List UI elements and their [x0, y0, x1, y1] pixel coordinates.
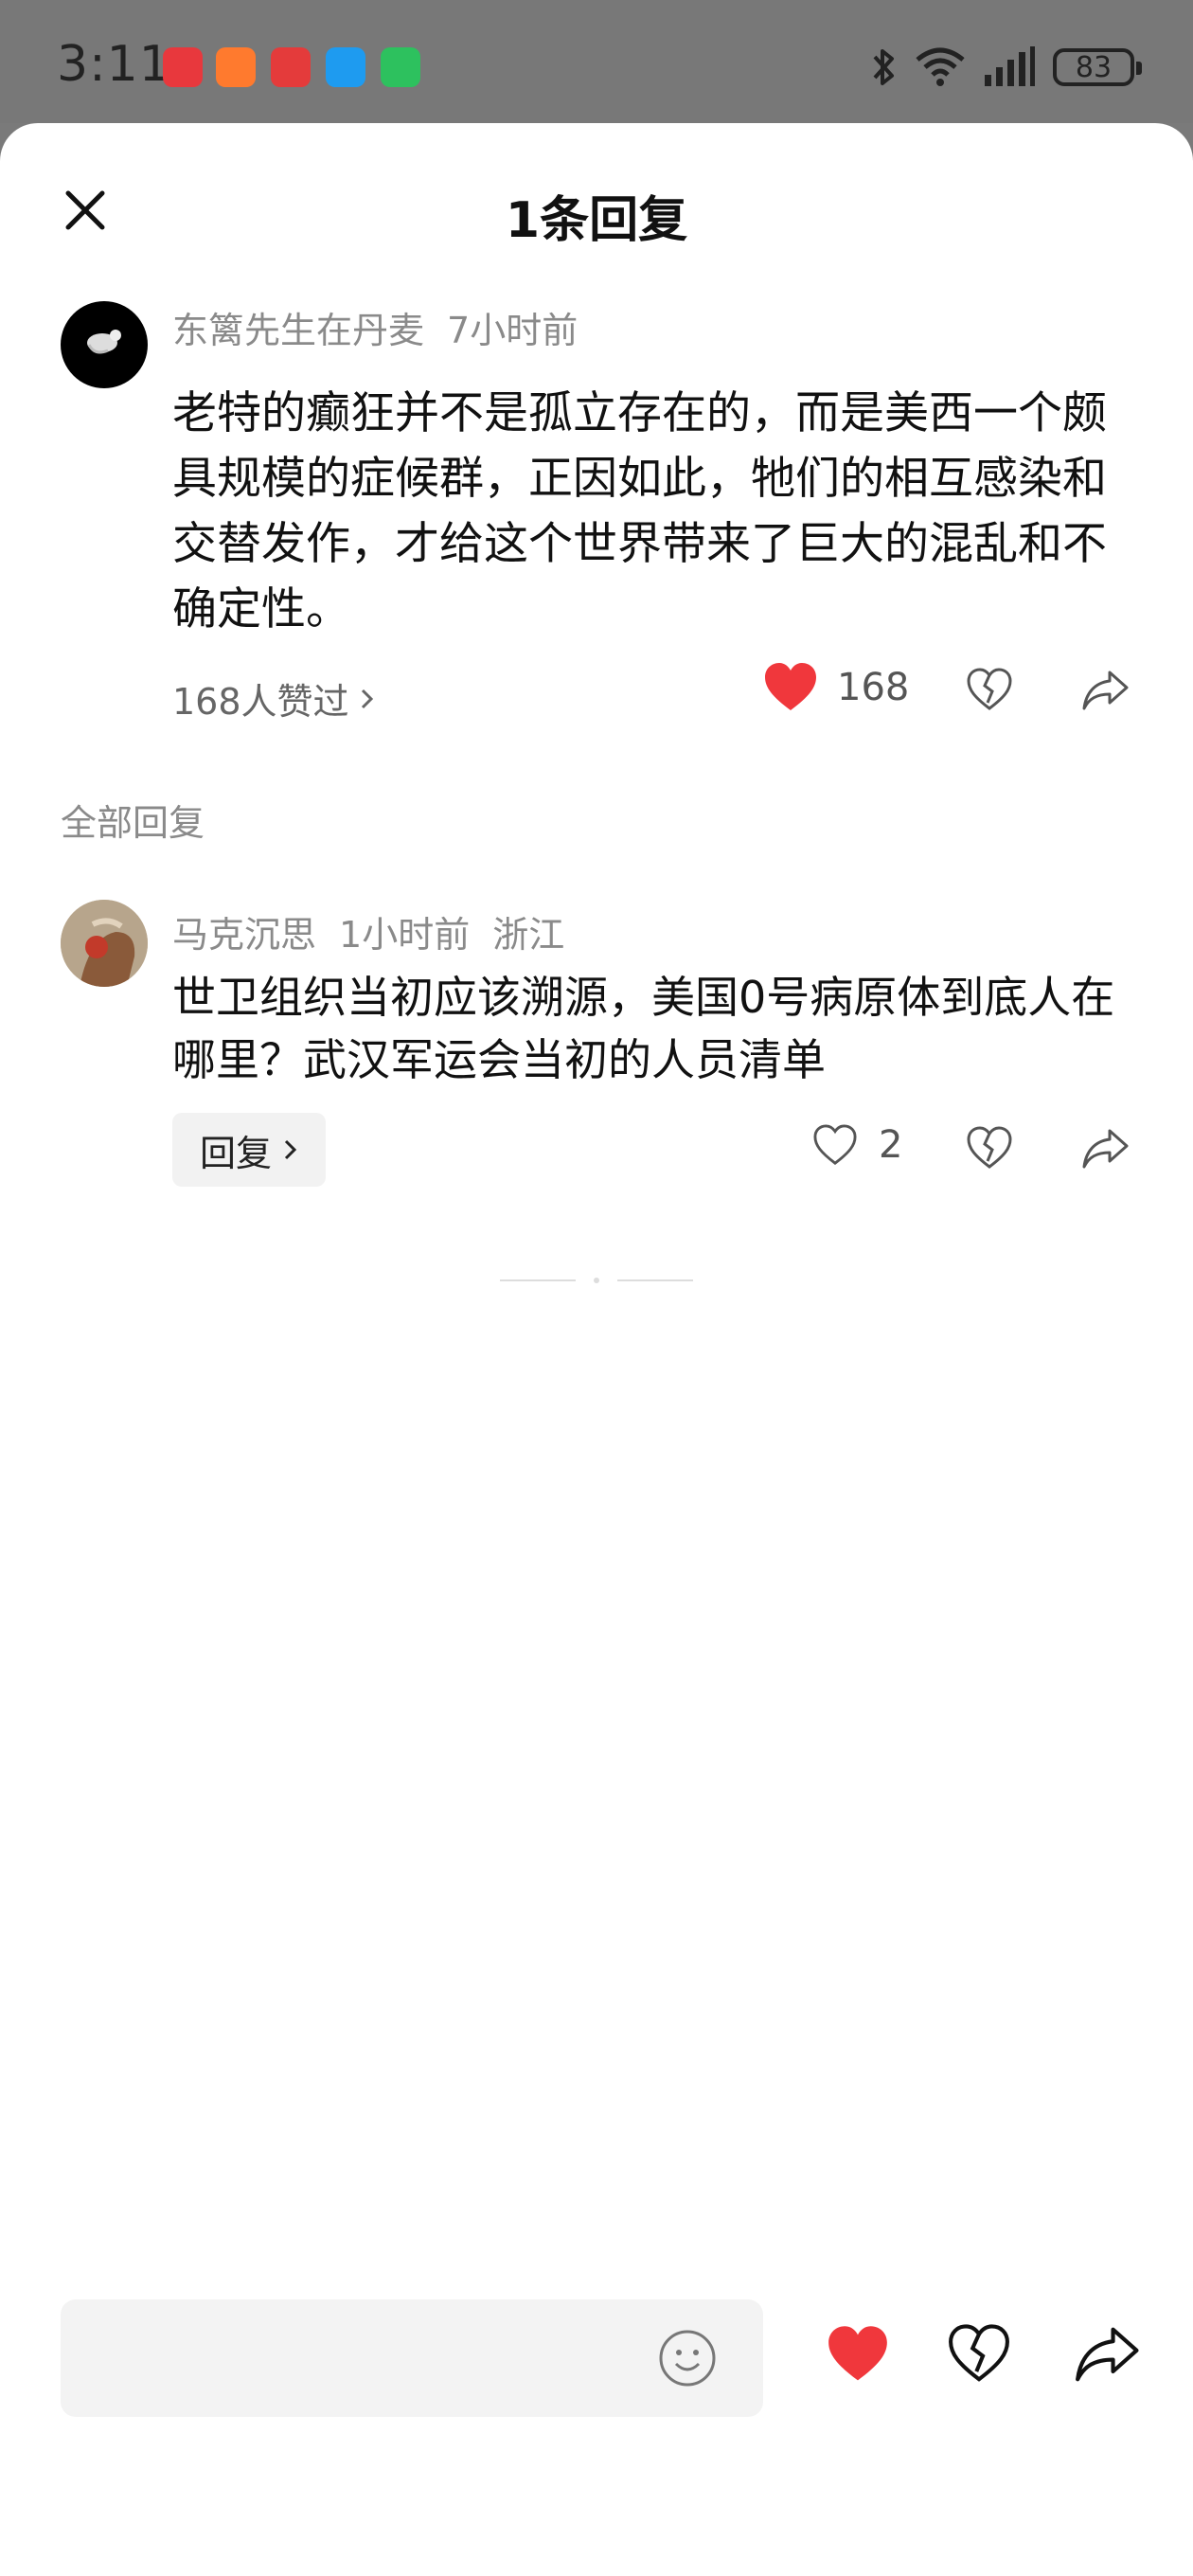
like-button[interactable]: 168	[763, 661, 909, 714]
comment-time: 7小时前	[447, 310, 579, 351]
reply-location: 浙江	[492, 914, 565, 956]
dislike-icon[interactable]	[966, 667, 1013, 712]
battery-icon: 83	[1053, 48, 1142, 86]
avatar[interactable]	[61, 301, 148, 388]
reply-author[interactable]: 马克沉思	[172, 914, 316, 956]
news-icon	[271, 47, 311, 87]
reply-button-label: 回复	[199, 1132, 272, 1174]
dislike-icon[interactable]	[966, 1125, 1013, 1171]
share-icon[interactable]	[1081, 669, 1131, 712]
wechat-icon	[381, 47, 420, 87]
all-replies-label: 全部回复	[61, 802, 205, 844]
kuaishou-icon	[216, 47, 256, 87]
reply-meta: 马克沉思 1小时前 浙江	[172, 905, 587, 957]
comment-input[interactable]	[89, 2328, 619, 2388]
reply-text: 世卫组织当初应该溯源，美国0号病原体到底人在哪里？武汉军运会当初的人员清单	[172, 972, 1115, 1085]
status-time: 3:11	[57, 36, 171, 93]
heart-outline-icon	[813, 1124, 857, 1165]
message-icon	[326, 47, 365, 87]
comment-input-box[interactable]	[61, 2299, 763, 2417]
battery-level: 83	[1075, 50, 1113, 84]
likes-link-label: 168人赞过	[172, 681, 349, 723]
page-title: 1条回复	[505, 192, 688, 249]
like-count: 168	[837, 666, 910, 709]
reply-like-button[interactable]: 2	[812, 1123, 902, 1167]
signal-icon	[985, 46, 1035, 86]
wifi-icon	[916, 47, 965, 86]
dislike-icon[interactable]	[947, 2322, 1011, 2385]
heart-filled-icon	[765, 663, 816, 710]
end-of-list-divider	[500, 1278, 693, 1283]
heart-filled-icon[interactable]	[826, 2324, 890, 2385]
chevron-right-icon	[361, 689, 373, 708]
comment-author[interactable]: 东篱先生在丹麦	[172, 310, 424, 351]
share-icon[interactable]	[1074, 2324, 1142, 2385]
comment-meta: 东篱先生在丹麦 7小时前	[172, 301, 600, 353]
emoji-icon[interactable]	[657, 2328, 718, 2388]
reply-button[interactable]: 回复	[172, 1113, 326, 1187]
huawei-appgallery-icon	[163, 47, 203, 87]
share-icon[interactable]	[1081, 1127, 1131, 1171]
status-bar: 3:11 83	[0, 0, 1193, 123]
likes-link[interactable]: 168人赞过	[172, 672, 376, 724]
reply-time: 1小时前	[339, 914, 471, 956]
bluetooth-icon	[873, 49, 894, 85]
comment-text: 老特的癫狂并不是孤立存在的，而是美西一个颇具规模的症候群，正因如此，牠们的相互感…	[172, 387, 1107, 635]
reply-sheet: 1条回复 东篱先生在丹麦 7小时前 老特的癫狂并不是孤立存在的，而是美西一个颇具规…	[0, 123, 1193, 2576]
chevron-right-icon	[284, 1139, 297, 1160]
avatar[interactable]	[61, 900, 148, 987]
reply-like-count: 2	[879, 1123, 903, 1167]
